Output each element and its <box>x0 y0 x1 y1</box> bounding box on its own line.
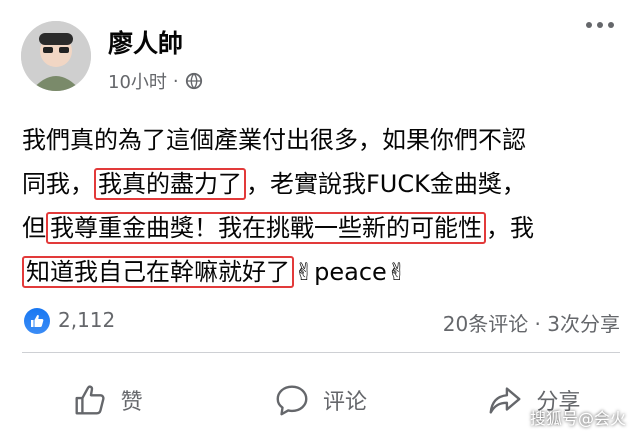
post-meta: 10小时 · <box>108 68 203 94</box>
watermark: 搜狐号@会火 <box>529 409 626 428</box>
post-text-segment: ，老實說我FUCK金曲獎， <box>246 170 526 198</box>
comment-button[interactable]: 评论 <box>213 360 426 439</box>
post-line: 同我， 我真的盡力了 ，老實說我FUCK金曲獎， <box>22 162 622 206</box>
post-text-segment: ✌peace✌ <box>294 258 407 286</box>
post-text-segment: 同我， <box>22 170 94 198</box>
thumbs-up-icon <box>75 384 105 414</box>
like-label: 赞 <box>120 389 143 415</box>
highlight-box: 我真的盡力了 <box>94 168 246 200</box>
highlight-box: 知道我自己在幹嘛就好了 <box>22 256 294 288</box>
divider <box>22 352 620 353</box>
post-line: 知道我自己在幹嘛就好了 ✌peace✌ <box>22 250 622 294</box>
comment-label: 评论 <box>322 389 367 415</box>
like-count[interactable]: 2,112 <box>58 308 115 332</box>
post-line: 我們真的為了這個產業付出很多，如果你們不認 <box>22 118 622 162</box>
author-name[interactable]: 廖人帥 <box>108 24 183 60</box>
post-text-segment: 但 <box>22 214 46 242</box>
post-line: 但我尊重金曲獎！我在挑戰一些新的可能性 ，我 <box>22 206 622 250</box>
like-reaction-icon[interactable] <box>24 308 50 334</box>
comments-shares-count[interactable]: 20条评论 · 3次分享 <box>443 308 620 337</box>
post-text-segment: 我們真的為了這個產業付出很多，如果你們不認 <box>22 126 526 154</box>
post-time[interactable]: 10小时 <box>108 68 167 94</box>
like-button[interactable]: 赞 <box>0 360 213 439</box>
share-icon <box>489 386 521 414</box>
more-options-icon[interactable] <box>586 22 614 28</box>
post-header: 廖人帥 10小时 · <box>0 0 640 112</box>
post-text: 我們真的為了這個產業付出很多，如果你們不認 同我， 我真的盡力了 ，老實說我FUCK金… <box>22 118 622 294</box>
meta-separator: · <box>172 70 179 92</box>
post-stats: 2,112 20条评论 · 3次分享 <box>0 302 640 342</box>
avatar[interactable] <box>21 21 91 91</box>
comment-icon <box>276 385 308 415</box>
highlight-box: 我尊重金曲獎！我在挑戰一些新的可能性 <box>46 212 486 244</box>
globe-icon <box>185 72 202 90</box>
post-text-segment: ，我 <box>486 214 534 242</box>
